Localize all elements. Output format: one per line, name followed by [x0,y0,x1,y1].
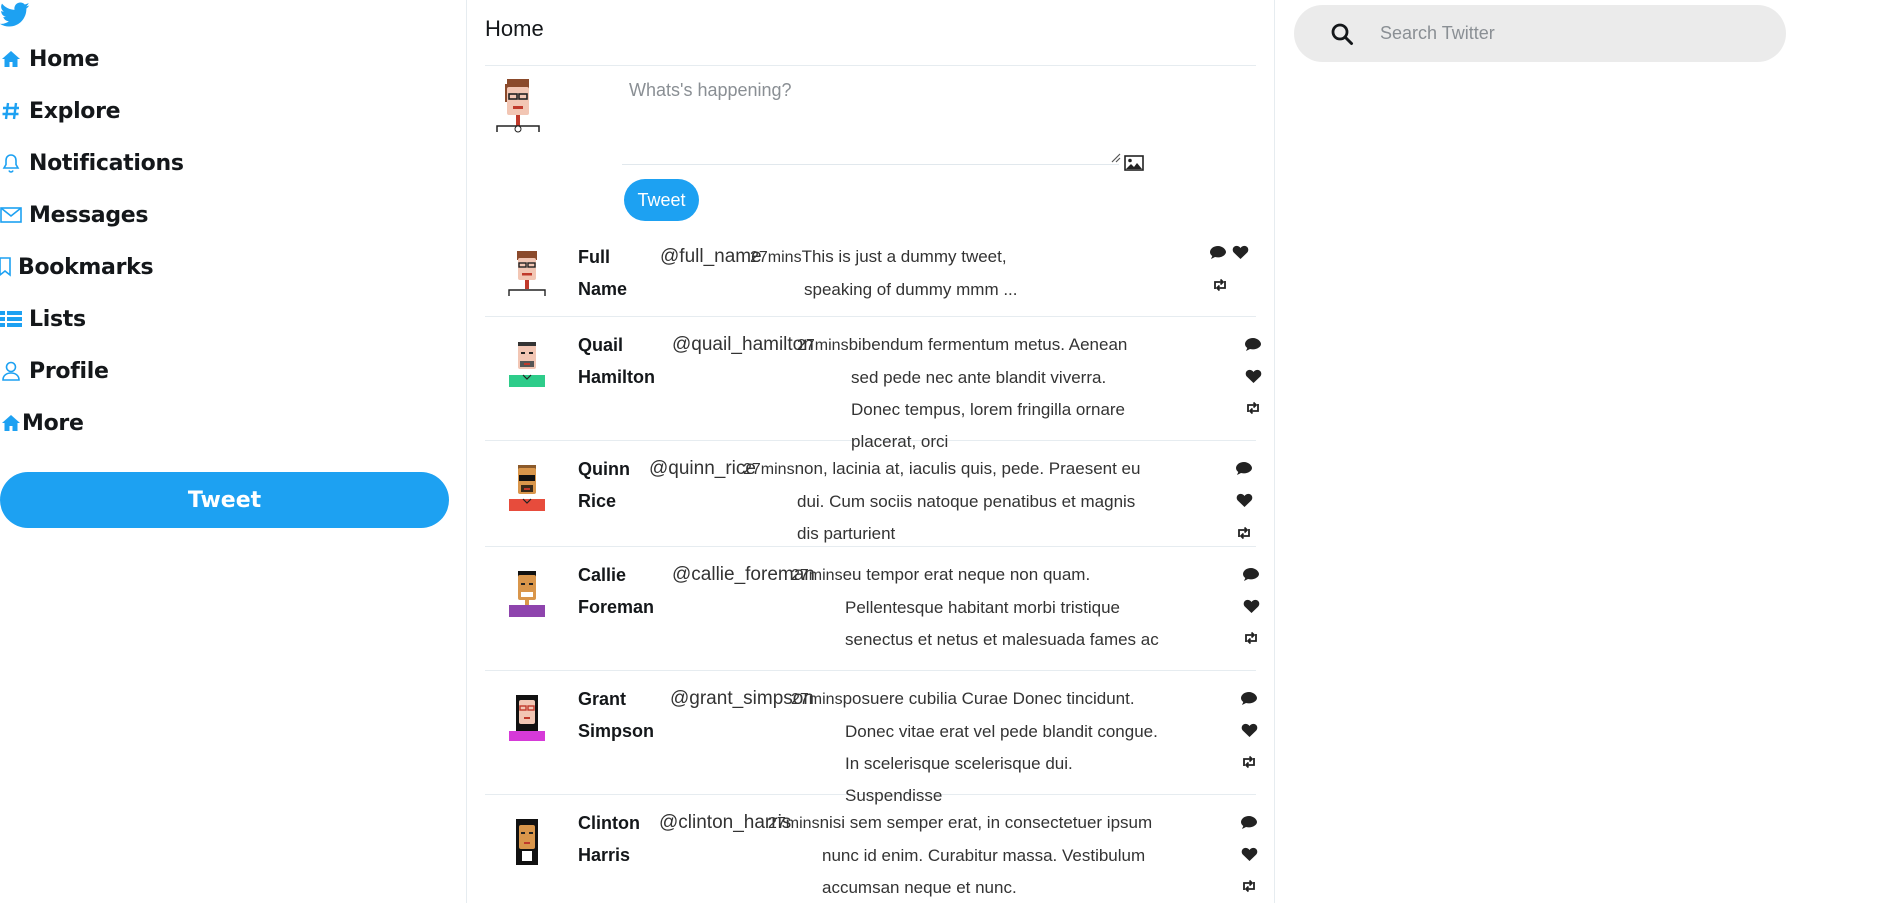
nav-label: Bookmarks [18,254,154,280]
nav-label: Home [29,46,100,72]
tweet-time: 27mins [750,249,802,266]
avatar[interactable] [507,817,547,865]
tweet-text: bibendum fermentum metus. Aenean sed ped… [848,335,1128,451]
home-icon [0,412,22,434]
comment-icon[interactable] [1242,566,1260,582]
comment-icon[interactable] [1244,336,1262,352]
tweet-text: eu tempor erat neque non quam. Pellentes… [842,565,1159,649]
tweet-body: 27minsnon, lacinia at, iaculis quis, ped… [743,453,1143,550]
divider [485,65,1256,66]
compose-tweet-button[interactable]: Tweet [624,179,699,221]
bookmark-icon [0,256,14,278]
nav-item-bookmarks[interactable]: Bookmarks [0,241,184,293]
tweet-body: 27minsnisi sem semper erat, in consectet… [768,807,1168,903]
resize-grip-icon[interactable] [1109,151,1121,163]
tweet-time: 27mins [791,691,843,708]
sidebar: Home Explore Notifications Messages Book… [0,0,460,903]
retweet-icon[interactable] [1240,754,1258,770]
tweet-author-name[interactable]: Grant Simpson [578,683,656,747]
heart-icon[interactable] [1244,368,1262,384]
heart-icon[interactable] [1240,846,1258,862]
tweet-body: 27minsbibendum fermentum metus. Aenean s… [797,329,1157,458]
nav-label: Profile [29,358,109,384]
avatar[interactable] [507,693,547,741]
nav-item-explore[interactable]: Explore [0,85,184,137]
search-bar[interactable] [1294,5,1786,62]
search-input[interactable] [1380,23,1760,44]
image-icon[interactable] [1124,155,1144,171]
tweet-feed: Full Name @full_name 27minsThis is just … [485,229,1261,903]
tweet[interactable]: Clinton Harris @clinton_harris 27minsnis… [485,795,1258,903]
user-icon [0,360,22,382]
tweet-body: 27minseu tempor erat neque non quam. Pel… [791,559,1161,656]
retweet-icon[interactable] [1235,525,1253,541]
envelope-icon [0,204,22,226]
comment-icon[interactable] [1240,814,1258,830]
heart-icon[interactable] [1235,492,1253,508]
tweet[interactable]: Grant Simpson @grant_simpson 27minsposue… [485,671,1258,805]
tweet-author-name[interactable]: Callie Foreman [578,559,656,623]
heart-icon[interactable] [1240,722,1258,738]
comment-icon[interactable] [1209,244,1227,260]
nav-item-profile[interactable]: Profile [0,345,184,397]
tweet-handle[interactable]: @quail_hamilton [672,329,814,361]
retweet-icon[interactable] [1242,630,1260,646]
tweet[interactable]: Quinn Rice @quinn_rice 27minsnon, lacini… [485,441,1256,547]
nav-item-home[interactable]: Home [0,33,184,85]
nav-item-notifications[interactable]: Notifications [0,137,184,189]
nav-item-messages[interactable]: Messages [0,189,184,241]
tweet-time: 27mins [768,815,820,832]
tweet-text: nisi sem semper erat, in consectetuer ip… [819,813,1153,897]
tweet[interactable]: Callie Foreman @callie_foreman 27minseu … [485,547,1259,671]
comment-icon[interactable] [1235,460,1253,476]
nav-label: More [22,410,84,436]
tweet-author-name[interactable]: Clinton Harris [578,807,656,871]
tweet-body: 27minsposuere cubilia Curae Donec tincid… [791,683,1171,812]
avatar[interactable] [494,76,542,134]
nav-label: Explore [29,98,121,124]
nav-label: Notifications [29,150,184,176]
tweet-body: 27minsThis is just a dummy tweet, speaki… [750,241,1050,306]
main-column: Home Tweet [466,0,1275,903]
nav-label: Messages [29,202,149,228]
search-icon [1331,23,1353,45]
twitter-bird-icon[interactable] [0,2,30,28]
tweet-time: 27mins [797,337,849,354]
compose-input[interactable] [622,70,1119,165]
tweet-text: non, lacinia at, iaculis quis, pede. Pra… [794,459,1141,543]
tweet-text: This is just a dummy tweet, speaking of … [801,247,1018,299]
heart-icon[interactable] [1242,598,1260,614]
bell-icon [0,152,22,174]
tweet-author-name[interactable]: Quinn Rice [578,453,656,517]
avatar[interactable] [507,463,547,511]
tweet-author-name[interactable]: Full Name [578,241,656,305]
list-icon [0,308,22,330]
retweet-icon[interactable] [1240,878,1258,894]
page-title: Home [485,16,544,41]
retweet-icon[interactable] [1211,277,1229,293]
heart-icon[interactable] [1231,244,1249,260]
tweet[interactable]: Full Name @full_name 27minsThis is just … [485,229,1256,317]
primary-nav: Home Explore Notifications Messages Book… [0,33,184,449]
tweet[interactable]: Quail Hamilton @quail_hamilton 27minsbib… [485,317,1261,451]
tweet-text: posuere cubilia Curae Donec tincidunt. D… [842,689,1158,805]
tweet-author-name[interactable]: Quail Hamilton [578,329,656,393]
hashtag-icon [0,100,22,122]
comment-icon[interactable] [1240,690,1258,706]
tweet-time: 27mins [743,461,795,478]
avatar[interactable] [507,249,547,297]
nav-item-lists[interactable]: Lists [0,293,184,345]
nav-label: Lists [29,306,86,332]
tweet-handle[interactable]: @full_name [660,241,762,273]
tweet-time: 27mins [791,567,843,584]
avatar[interactable] [507,339,547,387]
nav-item-more[interactable]: More [0,397,184,449]
tweet-handle[interactable]: @quinn_rice [649,453,756,485]
avatar[interactable] [507,569,547,617]
sidebar-tweet-button[interactable]: Tweet [0,472,449,528]
home-icon [0,48,22,70]
retweet-icon[interactable] [1244,400,1262,416]
